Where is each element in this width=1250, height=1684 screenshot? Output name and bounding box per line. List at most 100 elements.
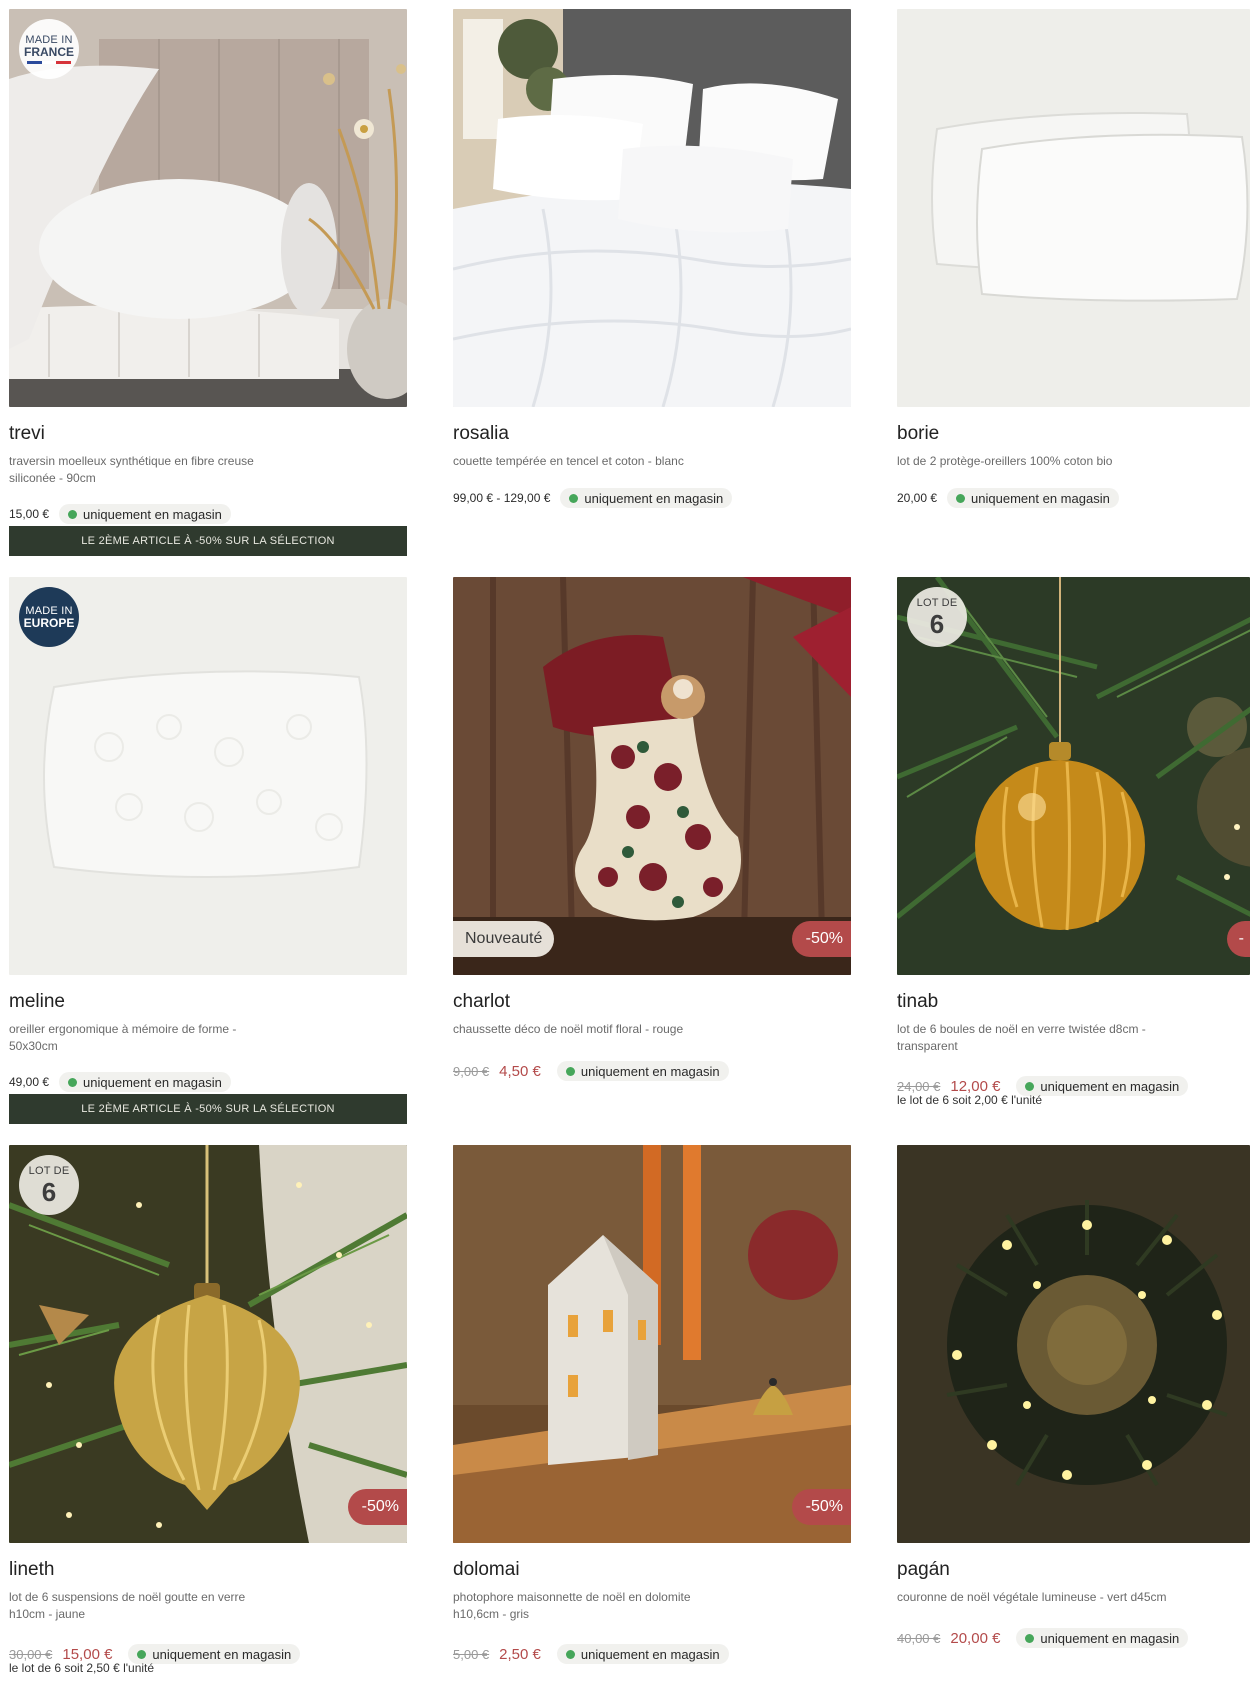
duvet-bed-icon [453,9,851,407]
product-image[interactable] [453,9,851,407]
sale-price: 12,00 € [950,1077,1001,1095]
old-price: 9,00 € [453,1063,490,1079]
price: 49,00 € [9,1075,50,1089]
lot-count: 6 [929,608,945,639]
availability-badge: uniquement en magasin [560,488,733,508]
product-description: oreiller ergonomique à mémoire de forme … [9,1022,237,1053]
new-badge: Nouveauté [453,921,555,957]
old-price: 24,00 € [897,1078,941,1094]
availability-label: uniquement en magasin [580,1646,720,1662]
product-card-pagan[interactable]: pagán couronne de noël végétale lumineus… [897,1145,1250,1665]
price: 20,00 € [897,491,938,505]
availability-label: uniquement en magasin [580,1063,720,1079]
product-card-borie[interactable]: borie lot de 2 protège-oreillers 100% co… [897,9,1250,509]
lot-label: LOT DE [916,596,958,609]
badge-line2: EUROPE [23,615,75,630]
product-name[interactable]: borie [897,423,939,445]
lot-label: LOT DE [28,1164,70,1177]
product-name[interactable]: lineth [9,1559,54,1581]
lot-badge: LOT DE 6 [19,1155,79,1215]
discount-badge: -50% [791,921,851,957]
price-row: 40,00 € 20,00 € uniquement en magasin [897,1628,1189,1648]
price-row: 5,00 € 2,50 € uniquement en magasin [453,1644,729,1664]
price: 99,00 € - 129,00 € [453,491,551,505]
product-image[interactable]: MADE IN EUROPE [9,577,407,975]
product-description: traversin moelleux synthétique en fibre … [9,454,254,485]
price-row: 15,00 € uniquement en magasin [9,504,231,524]
product-image[interactable]: LOT DE 6 - [897,577,1250,975]
availability-badge: uniquement en magasin [59,504,231,524]
product-image[interactable]: -50% [453,1145,851,1543]
made-in-badge: MADE IN EUROPE [19,587,79,647]
product-image[interactable] [897,1145,1250,1543]
availability-badge: uniquement en magasin [1016,1628,1189,1648]
availability-label: uniquement en magasin [1040,1630,1180,1646]
badge-line1: MADE IN [25,33,73,46]
promo-banner[interactable]: LE 2ÈME ARTICLE À -50% SUR LA SÉLECTION [9,1094,407,1124]
product-description: lot de 2 protège-oreillers 100% coton bi… [897,454,1113,468]
discount-badge: -50% [347,1489,407,1525]
availability-badge: uniquement en magasin [59,1072,231,1092]
price-row: 9,00 € 4,50 € uniquement en magasin [453,1061,729,1081]
unit-price-note: le lot de 6 soit 2,50 € l'unité [9,1661,155,1675]
product-description: photophore maisonnette de noël en dolomi… [453,1590,691,1621]
availability-label: uniquement en magasin [1040,1078,1180,1094]
availability-label: uniquement en magasin [83,506,222,522]
lit-wreath-icon [897,1145,1250,1543]
product-card-lineth[interactable]: LOT DE 6 -50% lineth lot de 6 suspension… [9,1145,407,1684]
availability-dot-icon [565,1066,575,1076]
price-row: 49,00 € uniquement en magasin [9,1072,231,1092]
product-description: couronne de noël végétale lumineuse - ve… [897,1590,1167,1604]
product-image[interactable]: LOT DE 6 -50% [9,1145,407,1543]
product-description: lot de 6 suspensions de noël goutte en v… [9,1590,246,1621]
french-flag-icon [27,60,72,64]
promo-banner[interactable]: LE 2ÈME ARTICLE À -50% SUR LA SÉLECTION [9,526,407,556]
product-name[interactable]: dolomai [453,1559,520,1581]
product-name[interactable]: pagán [897,1559,950,1581]
product-image[interactable] [897,9,1250,407]
product-description: couette tempérée en tencel et coton - bl… [453,454,684,468]
availability-badge: uniquement en magasin [947,488,1119,508]
availability-label: uniquement en magasin [152,1646,292,1662]
product-card-charlot[interactable]: Nouveauté -50% charlot chaussette déco d… [453,577,851,1081]
availability-dot-icon [569,493,579,503]
availability-badge: uniquement en magasin [128,1644,301,1664]
product-card-trevi[interactable]: MADE IN FRANCE trevi traversin moelleux … [9,9,407,557]
availability-dot-icon [68,509,78,519]
availability-dot-icon [565,1649,575,1659]
lot-count: 6 [41,1176,57,1207]
price: 15,00 € [9,507,50,521]
sale-price: 15,00 € [62,1645,113,1663]
availability-dot-icon [956,493,966,503]
availability-badge: uniquement en magasin [1016,1076,1189,1096]
discount-badge: -50% [791,1489,851,1525]
badge-line2: FRANCE [24,44,74,59]
product-grid: MADE IN FRANCE trevi traversin moelleux … [0,0,1250,1684]
badge-line1: MADE IN [25,604,73,617]
sale-price: 20,00 € [950,1629,1001,1647]
lot-badge: LOT DE 6 [907,587,967,647]
availability-label: uniquement en magasin [584,490,724,506]
price-row: 20,00 € uniquement en magasin [897,488,1119,508]
product-description: lot de 6 boules de noël en verre twistée… [897,1022,1146,1053]
product-name[interactable]: rosalia [453,423,509,445]
product-name[interactable]: charlot [453,991,510,1013]
made-in-badge: MADE IN FRANCE [19,19,79,79]
product-card-tinab[interactable]: LOT DE 6 - tinab lot de 6 boules de noël… [897,577,1250,1117]
product-image[interactable]: MADE IN FRANCE [9,9,407,407]
christmas-stocking-icon [453,577,851,975]
product-image[interactable]: Nouveauté -50% [453,577,851,975]
availability-badge: uniquement en magasin [556,1644,729,1664]
availability-dot-icon [137,1649,147,1659]
product-name[interactable]: trevi [9,423,45,445]
old-price: 40,00 € [897,1630,941,1646]
unit-price-note: le lot de 6 soit 2,00 € l'unité [897,1093,1043,1107]
product-card-rosalia[interactable]: rosalia couette tempérée en tencel et co… [453,9,851,509]
product-name[interactable]: meline [9,991,65,1013]
availability-badge: uniquement en magasin [556,1061,729,1081]
product-card-dolomai[interactable]: -50% dolomai photophore maisonnette de n… [453,1145,851,1675]
product-card-meline[interactable]: MADE IN EUROPE meline oreiller ergonomiq… [9,577,407,1125]
product-name[interactable]: tinab [897,991,938,1013]
availability-dot-icon [1025,1081,1035,1091]
old-price: 30,00 € [9,1646,53,1662]
